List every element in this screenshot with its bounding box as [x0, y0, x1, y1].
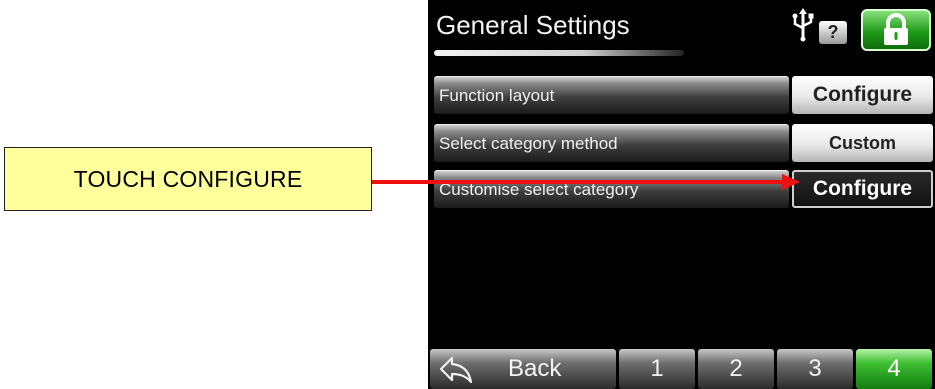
lock-button[interactable]	[861, 9, 931, 51]
page-title: General Settings	[436, 10, 630, 40]
title-underline	[434, 50, 684, 56]
back-arrow-icon	[439, 356, 473, 383]
usb-icon	[792, 8, 814, 42]
device-screen: General Settings ? Function layout Confi…	[428, 0, 935, 389]
setting-label: Select category method	[434, 124, 789, 162]
header: General Settings ?	[428, 0, 935, 62]
setting-row: Customise select category Configure	[428, 170, 935, 208]
callout-text: TOUCH CONFIGURE	[73, 165, 303, 192]
back-label: Back	[508, 355, 562, 382]
configure-button[interactable]: Configure	[792, 170, 933, 208]
custom-button[interactable]: Custom	[792, 124, 933, 162]
setting-label: Customise select category	[434, 170, 789, 208]
lock-icon	[884, 13, 908, 45]
page-button-3[interactable]: 3	[777, 349, 853, 389]
footer-nav: Back 1 2 3 4	[428, 349, 935, 389]
page-button-1[interactable]: 1	[619, 349, 695, 389]
help-label: ?	[827, 22, 839, 42]
setting-row: Function layout Configure	[428, 76, 935, 114]
configure-button[interactable]: Configure	[792, 76, 933, 114]
page-button-4[interactable]: 4	[856, 349, 932, 389]
page-button-2[interactable]: 2	[698, 349, 774, 389]
back-button[interactable]: Back	[430, 349, 616, 389]
help-icon[interactable]: ?	[819, 21, 847, 44]
touch-configure-callout: TOUCH CONFIGURE	[4, 147, 372, 211]
setting-row: Select category method Custom	[428, 124, 935, 162]
setting-label: Function layout	[434, 76, 789, 114]
